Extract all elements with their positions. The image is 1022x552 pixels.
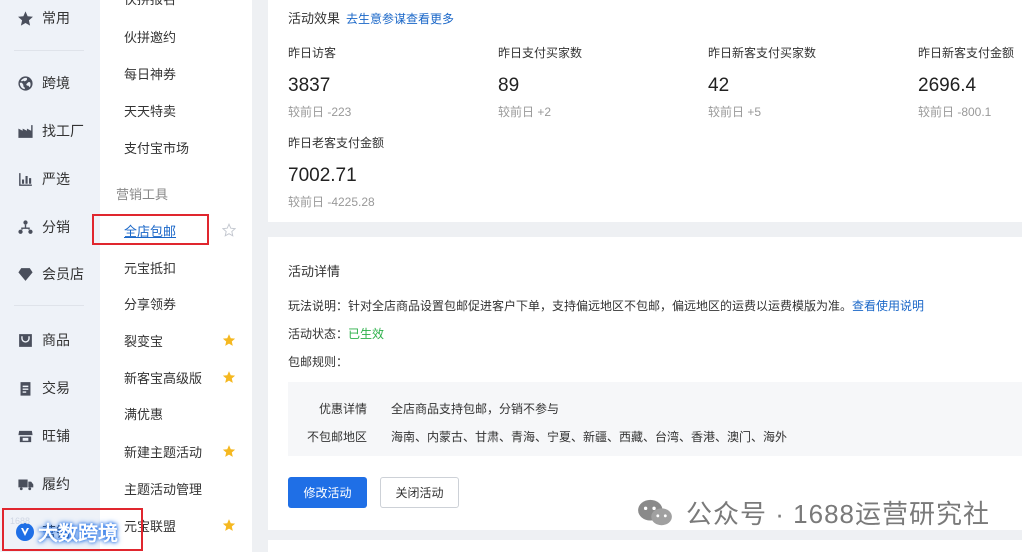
close-activity-button[interactable]: 关闭活动 — [380, 477, 459, 508]
metric-compare: 较前日 -4225.28 — [288, 195, 375, 209]
primary-sidebar: 常用 跨境 找工厂 严选 分销 会员店 商品 交易 旺铺 履约 营销 — [0, 0, 100, 552]
rail-item-label: 分销 — [42, 219, 70, 235]
rail-item-member-store[interactable]: 会员店 — [0, 259, 100, 289]
truck-icon — [16, 475, 34, 493]
metric-new-amount: 昨日新客支付金额 2696.4 较前日 -800.1 — [918, 44, 1022, 120]
overlay-text: 大数跨境 — [38, 522, 118, 545]
star-outline-icon[interactable] — [221, 222, 237, 237]
rules-box: 优惠详情 全店商品支持包邮，分销不参与 不包邮地区 海南、内蒙古、甘肃、青海、宁… — [288, 382, 1022, 456]
submenu-item[interactable]: 主题活动管理 — [124, 476, 244, 500]
detail-title: 活动详情 — [288, 264, 341, 279]
shop-icon — [16, 427, 34, 445]
next-card — [268, 540, 1022, 552]
card-title: 活动效果 去生意参谋查看更多 — [288, 8, 454, 27]
metric-label: 昨日老客支付金额 — [288, 136, 385, 150]
star-filled-icon[interactable] — [222, 370, 236, 384]
rail-item-label: 旺铺 — [42, 428, 70, 444]
star-filled-icon[interactable] — [222, 333, 236, 347]
rail-item-label: 严选 — [42, 171, 70, 187]
rail-item-goods[interactable]: 商品 — [0, 325, 100, 355]
status-badge: 已生效 — [348, 327, 385, 341]
rail-divider — [14, 305, 84, 306]
metric-label: 昨日新客支付买家数 — [708, 46, 817, 60]
rule-key: 优惠详情 — [318, 402, 367, 416]
rule-row: 优惠详情 全店商品支持包邮，分销不参与 — [288, 400, 1022, 417]
network-icon — [16, 218, 34, 236]
rail-item-label: 交易 — [42, 380, 70, 396]
submenu-item[interactable]: 天天特卖 — [124, 98, 244, 122]
submenu-item[interactable]: 伙拼邀约 — [124, 24, 244, 48]
metric-compare: 较前日 -223 — [288, 105, 352, 119]
submenu-item[interactable]: 支付宝市场 — [124, 135, 244, 159]
metric-compare: 较前日 +2 — [498, 105, 552, 119]
rail-item-label: 常用 — [42, 10, 70, 26]
metric-label: 昨日访客 — [288, 46, 337, 60]
metric-value: 2696.4 — [918, 75, 977, 96]
rail-item-label: 找工厂 — [42, 123, 84, 139]
usage-guide-link[interactable]: 查看使用说明 — [852, 299, 924, 313]
secondary-menu: 伙拼报名 伙拼邀约 每日神券 天天特卖 支付宝市场 营销工具 全店包邮 元宝抵扣… — [100, 0, 252, 552]
metric-value: 3837 — [288, 75, 331, 96]
activity-detail-card: 活动详情 玩法说明：针对全店商品设置包邮促进客户下单，支持偏远地区不包邮，偏远地… — [268, 237, 1022, 530]
rail-item-factory[interactable]: 找工厂 — [0, 116, 100, 146]
submenu-item[interactable]: 每日神券 — [124, 61, 244, 85]
chart-icon — [16, 170, 34, 188]
watermark: 公众号 · 1688运营研究社 — [636, 494, 990, 531]
wechat-icon — [638, 499, 672, 525]
rail-item-select[interactable]: 严选 — [0, 164, 100, 194]
metric-compare: 较前日 -800.1 — [918, 105, 992, 119]
metric-value: 89 — [498, 75, 520, 96]
overlay-watermark: 1688 大数跨境 — [8, 512, 142, 550]
diamond-icon — [16, 265, 34, 283]
status-label: 活动状态： — [288, 327, 349, 341]
rail-divider — [14, 50, 84, 51]
metric-value: 42 — [708, 75, 730, 96]
rail-item-fulfillment[interactable]: 履约 — [0, 469, 100, 499]
metric-new-buyers: 昨日新客支付买家数 42 较前日 +5 — [708, 44, 908, 120]
rail-item-label: 跨境 — [42, 75, 70, 91]
activity-status: 活动状态：已生效 — [288, 325, 384, 342]
rail-item-trade[interactable]: 交易 — [0, 373, 100, 403]
submenu-item[interactable]: 元宝抵扣 — [124, 255, 244, 279]
globe-icon — [16, 74, 34, 92]
watermark-text: 公众号 · 1688运营研究社 — [686, 499, 990, 529]
metric-label: 昨日新客支付金额 — [918, 46, 1015, 60]
box-icon — [16, 331, 34, 349]
overlay-prefix: 1688 — [10, 516, 31, 526]
rail-item-shop[interactable]: 旺铺 — [0, 421, 100, 451]
highlight-box — [92, 214, 209, 245]
effect-title: 活动效果 — [288, 11, 341, 26]
rail-item-label: 商品 — [42, 332, 70, 348]
submenu-group-label: 营销工具 — [116, 187, 169, 202]
activity-effect-card: 活动效果 去生意参谋查看更多 昨日访客 3837 较前日 -223 昨日支付买家数… — [268, 0, 1022, 222]
submenu-item[interactable]: 伙拼报名 — [124, 0, 244, 10]
rule-key: 不包邮地区 — [306, 430, 367, 444]
star-icon — [16, 9, 34, 27]
clipboard-icon — [16, 379, 34, 397]
metric-visitors: 昨日访客 3837 较前日 -223 — [288, 44, 488, 120]
metric-compare: 较前日 +5 — [708, 105, 762, 119]
rail-item-label: 会员店 — [42, 266, 84, 282]
metric-old-amount: 昨日老客支付金额 7002.71 较前日 -4225.28 — [288, 134, 488, 210]
star-filled-icon[interactable] — [222, 518, 236, 532]
more-data-link[interactable]: 去生意参谋查看更多 — [346, 12, 454, 26]
submenu-item[interactable]: 满优惠 — [124, 401, 244, 425]
metric-label: 昨日支付买家数 — [498, 46, 583, 60]
metric-value: 7002.71 — [288, 165, 357, 186]
rail-item-label: 履约 — [42, 476, 70, 492]
rail-item-crossborder[interactable]: 跨境 — [0, 68, 100, 98]
star-filled-icon[interactable] — [222, 444, 236, 458]
description-text: 玩法说明：针对全店商品设置包邮促进客户下单，支持偏远地区不包邮，偏远地区的运费以… — [288, 299, 853, 313]
metric-buyers: 昨日支付买家数 89 较前日 +2 — [498, 44, 698, 120]
submenu-item[interactable]: 分享领券 — [124, 291, 244, 315]
rule-row: 不包邮地区 海南、内蒙古、甘肃、青海、宁夏、新疆、西藏、台湾、香港、澳门、海外 — [288, 428, 1022, 445]
play-description: 玩法说明：针对全店商品设置包邮促进客户下单，支持偏远地区不包邮，偏远地区的运费以… — [288, 297, 924, 314]
rail-item-distribution[interactable]: 分销 — [0, 212, 100, 242]
rule-value: 全店商品支持包邮，分销不参与 — [391, 402, 560, 416]
factory-icon — [16, 122, 34, 140]
rules-label: 包邮规则： — [288, 355, 349, 369]
rule-value: 海南、内蒙古、甘肃、青海、宁夏、新疆、西藏、台湾、香港、澳门、海外 — [391, 430, 788, 444]
rail-item-common[interactable]: 常用 — [0, 3, 100, 33]
edit-activity-button[interactable]: 修改活动 — [288, 477, 367, 508]
